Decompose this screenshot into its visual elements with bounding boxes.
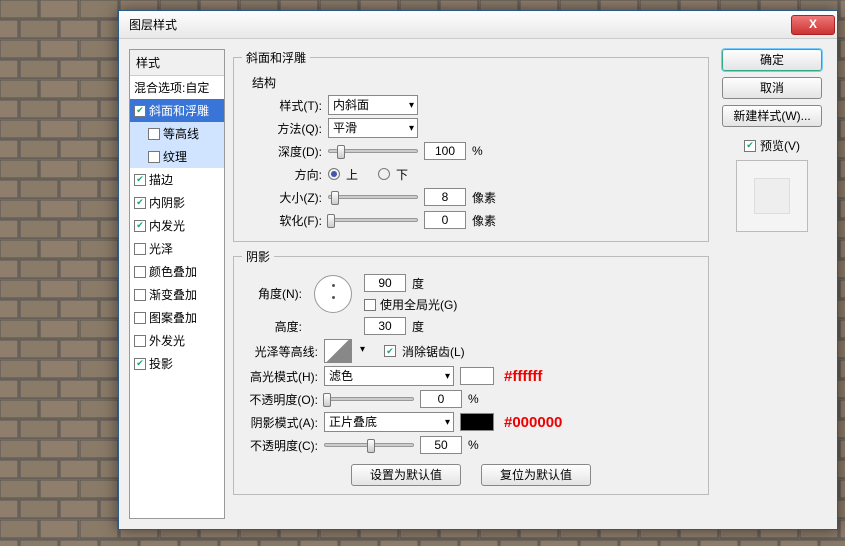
shading-group: 阴影 角度(N): 90 度 使用全局光(G) <box>233 248 709 495</box>
bevel-legend: 斜面和浮雕 <box>242 49 310 66</box>
preview-thumbnail <box>736 160 808 232</box>
cancel-button[interactable]: 取消 <box>722 77 822 99</box>
shadow-mode-select[interactable]: 正片叠底 <box>324 412 454 432</box>
depth-label: 深度(D): <box>242 143 322 160</box>
size-unit: 像素 <box>472 189 502 206</box>
method-label: 方法(Q): <box>242 120 322 137</box>
depth-slider[interactable] <box>328 149 418 153</box>
angle-unit: 度 <box>412 275 424 292</box>
checkbox-icon[interactable] <box>134 174 146 186</box>
depth-input[interactable]: 100 <box>424 142 466 160</box>
highlight-opacity-input[interactable]: 0 <box>420 390 462 408</box>
sidebar-item-outerglow[interactable]: 外发光 <box>130 329 224 352</box>
highlight-opacity-unit: % <box>468 392 479 406</box>
checkbox-icon[interactable] <box>148 151 160 163</box>
angle-wheel[interactable] <box>314 275 352 313</box>
effects-list: 样式 混合选项:自定 斜面和浮雕 等高线 纹理 描边 内阴影 内发光 光泽 颜色… <box>129 49 225 519</box>
sidebar-item-patternoverlay[interactable]: 图案叠加 <box>130 306 224 329</box>
shadow-opacity-input[interactable]: 50 <box>420 436 462 454</box>
sidebar-item-gradientoverlay[interactable]: 渐变叠加 <box>130 283 224 306</box>
checkbox-icon[interactable] <box>134 105 146 117</box>
direction-up-radio[interactable] <box>328 168 340 180</box>
layer-style-dialog: 图层样式 X 样式 混合选项:自定 斜面和浮雕 等高线 纹理 描边 内阴影 内发… <box>118 10 838 530</box>
global-light-checkbox[interactable] <box>364 299 376 311</box>
shadow-opacity-label: 不透明度(C): <box>242 437 318 454</box>
settings-panel: 斜面和浮雕 结构 样式(T): 内斜面 方法(Q): 平滑 深度(D): 100… <box>233 49 709 519</box>
highlight-opacity-slider[interactable] <box>324 397 414 401</box>
checkbox-icon[interactable] <box>134 266 146 278</box>
soften-slider[interactable] <box>328 218 418 222</box>
sidebar-item-innershadow[interactable]: 内阴影 <box>130 191 224 214</box>
sidebar-item-coloroverlay[interactable]: 颜色叠加 <box>130 260 224 283</box>
direction-label: 方向: <box>242 166 322 183</box>
direction-down-radio[interactable] <box>378 168 390 180</box>
antialias-checkbox[interactable] <box>384 345 396 357</box>
sidebar-item-stroke[interactable]: 描边 <box>130 168 224 191</box>
preview-inner <box>754 178 790 214</box>
bevel-group: 斜面和浮雕 结构 样式(T): 内斜面 方法(Q): 平滑 深度(D): 100… <box>233 49 709 242</box>
altitude-label: 高度: <box>242 318 302 335</box>
gloss-contour-picker[interactable] <box>324 339 352 363</box>
highlight-mode-select[interactable]: 滤色 <box>324 366 454 386</box>
sidebar-item-contour[interactable]: 等高线 <box>130 122 224 145</box>
new-style-button[interactable]: 新建样式(W)... <box>722 105 822 127</box>
sidebar-item-texture[interactable]: 纹理 <box>130 145 224 168</box>
sidebar-item-blend[interactable]: 混合选项:自定 <box>130 76 224 99</box>
shadow-mode-label: 阴影模式(A): <box>242 414 318 431</box>
action-panel: 确定 取消 新建样式(W)... 预览(V) <box>717 49 827 519</box>
altitude-unit: 度 <box>412 318 424 335</box>
angle-input[interactable]: 90 <box>364 274 406 292</box>
checkbox-icon[interactable] <box>134 197 146 209</box>
shadow-color-annotation: #000000 <box>504 414 562 431</box>
highlight-mode-label: 高光模式(H): <box>242 368 318 385</box>
depth-unit: % <box>472 144 502 158</box>
size-input[interactable]: 8 <box>424 188 466 206</box>
shadow-opacity-unit: % <box>468 438 479 452</box>
angle-label: 角度(N): <box>242 285 302 302</box>
sidebar-item-satin[interactable]: 光泽 <box>130 237 224 260</box>
checkbox-icon[interactable] <box>134 243 146 255</box>
soften-unit: 像素 <box>472 212 502 229</box>
checkbox-icon[interactable] <box>134 358 146 370</box>
make-default-button[interactable]: 设置为默认值 <box>351 464 461 486</box>
effects-header: 样式 <box>130 50 224 76</box>
style-label: 样式(T): <box>242 97 322 114</box>
checkbox-icon[interactable] <box>134 289 146 301</box>
shadow-opacity-slider[interactable] <box>324 443 414 447</box>
method-select[interactable]: 平滑 <box>328 118 418 138</box>
altitude-input[interactable]: 30 <box>364 317 406 335</box>
checkbox-icon[interactable] <box>134 220 146 232</box>
sidebar-item-bevel[interactable]: 斜面和浮雕 <box>130 99 224 122</box>
checkbox-icon[interactable] <box>134 335 146 347</box>
style-select[interactable]: 内斜面 <box>328 95 418 115</box>
highlight-color-swatch[interactable] <box>460 367 494 385</box>
highlight-opacity-label: 不透明度(O): <box>242 391 318 408</box>
size-slider[interactable] <box>328 195 418 199</box>
sidebar-item-dropshadow[interactable]: 投影 <box>130 352 224 375</box>
preview-label: 预览(V) <box>760 137 800 154</box>
size-label: 大小(Z): <box>242 189 322 206</box>
global-light-label: 使用全局光(G) <box>380 296 457 313</box>
checkbox-icon[interactable] <box>134 312 146 324</box>
sidebar-item-innerglow[interactable]: 内发光 <box>130 214 224 237</box>
highlight-color-annotation: #ffffff <box>504 368 542 385</box>
checkbox-icon[interactable] <box>148 128 160 140</box>
close-button[interactable]: X <box>791 15 835 35</box>
gloss-contour-label: 光泽等高线: <box>242 343 318 360</box>
soften-label: 软化(F): <box>242 212 322 229</box>
titlebar[interactable]: 图层样式 X <box>119 11 837 39</box>
preview-checkbox[interactable] <box>744 140 756 152</box>
structure-heading: 结构 <box>252 74 700 91</box>
ok-button[interactable]: 确定 <box>722 49 822 71</box>
shadow-color-swatch[interactable] <box>460 413 494 431</box>
window-title: 图层样式 <box>129 16 791 33</box>
soften-input[interactable]: 0 <box>424 211 466 229</box>
shading-legend: 阴影 <box>242 248 274 265</box>
antialias-label: 消除锯齿(L) <box>402 343 465 360</box>
reset-default-button[interactable]: 复位为默认值 <box>481 464 591 486</box>
